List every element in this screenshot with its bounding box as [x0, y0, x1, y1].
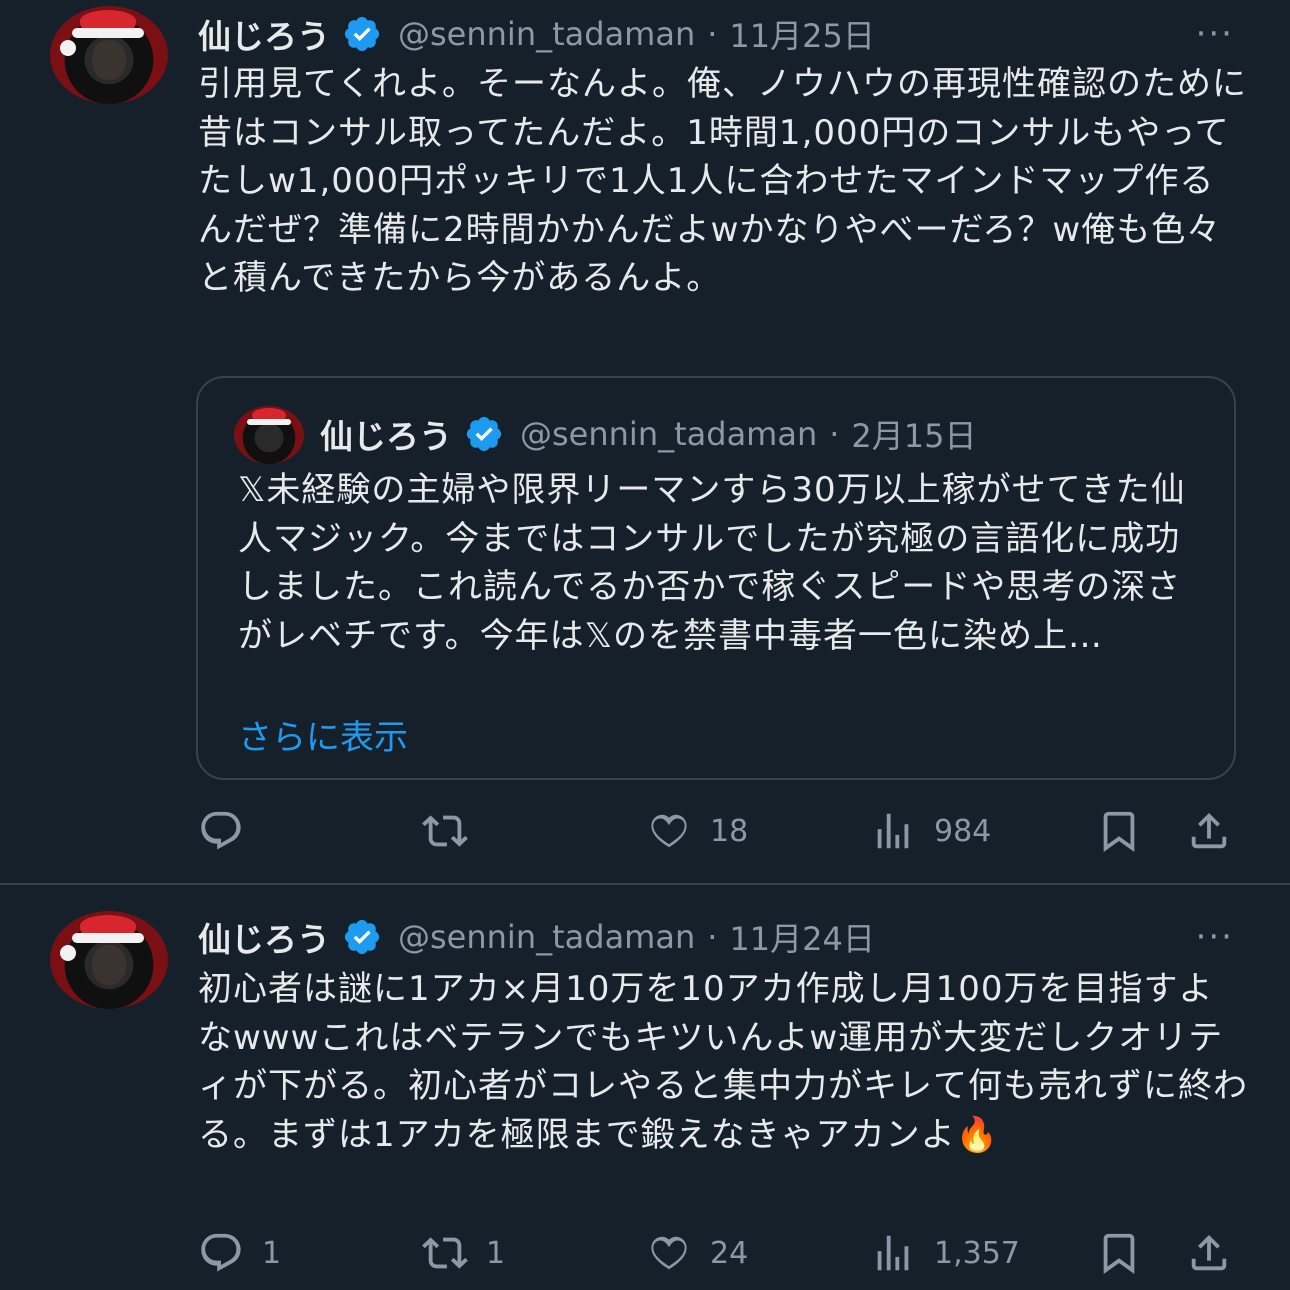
action-bar: 1 1 24 1,357: [0, 1230, 1290, 1280]
bookmark-button[interactable]: [1096, 808, 1142, 854]
reply-icon: [201, 1233, 241, 1272]
retweet-button[interactable]: 1: [422, 1230, 505, 1276]
bookmark-icon: [1103, 811, 1135, 852]
tweet-header: 仙じろう @sennin_tadaman · 11月24日: [198, 911, 875, 963]
separator: ·: [707, 15, 718, 53]
author-handle[interactable]: @sennin_tadaman: [398, 918, 695, 956]
like-count: 24: [710, 1235, 749, 1271]
like-button[interactable]: 18: [646, 808, 748, 854]
retweet-button[interactable]: [422, 808, 486, 854]
like-icon: [651, 1236, 687, 1270]
verified-badge-icon: [464, 414, 504, 454]
author-name[interactable]: 仙じろう: [198, 913, 330, 961]
show-more-link[interactable]: さらに表示: [238, 710, 408, 759]
tweet-text: 引用見てくれよ。そーなんよ。俺、ノウハウの再現性確認のために昔はコンサル取ってた…: [198, 64, 1247, 298]
views-icon: [877, 813, 909, 849]
reply-button[interactable]: [198, 808, 262, 854]
reply-button[interactable]: 1: [198, 1230, 281, 1276]
quote-author-name: 仙じろう: [320, 417, 452, 456]
like-icon: [651, 814, 687, 848]
author-name[interactable]: 仙じろう: [198, 10, 330, 58]
retweet-count: 1: [486, 1235, 506, 1271]
fire-emoji: 🔥: [955, 1114, 999, 1155]
tweet-date[interactable]: 11月25日: [729, 11, 874, 57]
share-button[interactable]: [1186, 1230, 1232, 1276]
separator: ·: [829, 415, 840, 453]
tweet-date[interactable]: 11月24日: [729, 914, 874, 960]
verified-badge-icon[interactable]: [342, 917, 382, 957]
quote-author-handle: @sennin_tadaman: [520, 415, 818, 453]
avatar[interactable]: [50, 6, 168, 104]
more-icon[interactable]: ···: [1196, 917, 1234, 957]
more-icon[interactable]: ···: [1196, 14, 1234, 54]
share-icon: [1191, 812, 1227, 849]
retweet-icon: [422, 1237, 468, 1269]
quoted-tweet[interactable]: 仙じろう @sennin_tadaman · 2月15日 𝕏未経験の主婦や限界リ…: [196, 376, 1236, 780]
verified-badge-icon[interactable]: [342, 14, 382, 54]
share-button[interactable]: [1186, 808, 1232, 854]
tweet-1[interactable]: 仙じろう @sennin_tadaman · 11月25日 ··· 引用見てくれ…: [0, 0, 1290, 883]
share-icon: [1191, 1234, 1227, 1271]
tweet-2[interactable]: 仙じろう @sennin_tadaman · 11月24日 ··· 初心者は謎に…: [0, 885, 1290, 1290]
reply-count: 1: [262, 1235, 282, 1271]
like-button[interactable]: 24: [646, 1230, 748, 1276]
tweet-header: 仙じろう @sennin_tadaman · 11月25日: [198, 8, 875, 60]
like-count: 18: [710, 813, 749, 849]
views-icon: [877, 1235, 909, 1271]
views-button[interactable]: 1,357: [870, 1230, 1020, 1276]
reply-icon: [201, 811, 241, 850]
bookmark-icon: [1103, 1233, 1135, 1274]
view-count: 1,357: [934, 1235, 1020, 1271]
action-bar: 18 984: [0, 808, 1290, 858]
quote-text: 𝕏未経験の主婦や限界リーマンすら30万以上稼がせてきた仙人マジック。今まではコン…: [238, 470, 1186, 656]
quote-header: 仙じろう @sennin_tadaman · 2月15日: [320, 408, 977, 460]
quote-date: 2月15日: [851, 417, 977, 455]
tweet-text-content: 初心者は謎に1アカ×月10万を10アカ作成し月100万を目指すよなwwwこれはベ…: [198, 969, 1248, 1155]
retweet-icon: [422, 815, 468, 847]
bookmark-button[interactable]: [1096, 1230, 1142, 1276]
separator: ·: [707, 918, 718, 956]
avatar[interactable]: [50, 911, 168, 1009]
quote-avatar: [234, 406, 304, 464]
views-button[interactable]: 984: [870, 808, 991, 854]
tweet-text: 初心者は謎に1アカ×月10万を10アカ作成し月100万を目指すよなwwwこれはベ…: [198, 965, 1248, 1159]
author-handle[interactable]: @sennin_tadaman: [398, 15, 695, 53]
view-count: 984: [934, 813, 992, 849]
